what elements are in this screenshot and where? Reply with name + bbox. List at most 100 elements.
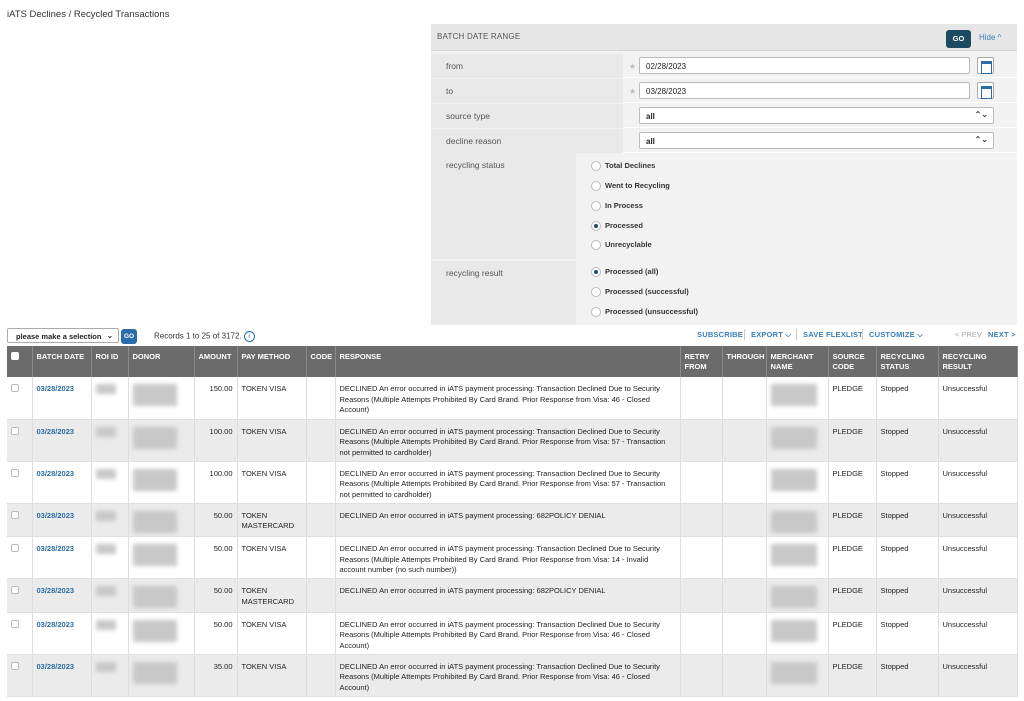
row-checkbox[interactable]: [11, 510, 19, 519]
source-type-label: source type: [431, 104, 623, 128]
column-header[interactable]: PAY METHOD: [237, 346, 307, 377]
redacted-roi-id: [95, 544, 116, 554]
export-link[interactable]: EXPORT ⌵: [751, 330, 791, 340]
hide-filter-link[interactable]: Hide ^: [979, 33, 1001, 42]
row-checkbox[interactable]: [11, 384, 19, 392]
decline-reason-select[interactable]: all ⌃⌄: [639, 132, 994, 149]
radio-processed-all[interactable]: Processed (all): [591, 267, 658, 278]
select-all-checkbox[interactable]: [11, 352, 19, 360]
recycling-status-cell: Stopped: [876, 419, 939, 462]
row-checkbox[interactable]: [11, 468, 19, 477]
recycling-status-cell: Stopped: [876, 612, 939, 655]
redacted-donor: [132, 544, 177, 566]
customize-link[interactable]: CUSTOMIZE ⌵: [869, 330, 923, 340]
subscribe-link[interactable]: SUBSCRIBE: [697, 330, 743, 339]
bulk-action-value: please make a selection: [16, 332, 102, 341]
code-cell: [306, 654, 336, 697]
from-date-input[interactable]: 02/28/2023: [639, 57, 970, 74]
radio-unrecyclable[interactable]: Unrecyclable: [591, 240, 652, 251]
batch-date-link[interactable]: 03/28/2023: [37, 620, 75, 629]
donor-cell: [128, 612, 195, 655]
batch-date-link[interactable]: 03/28/2023: [37, 469, 75, 478]
batch-date-link[interactable]: 03/28/2023: [37, 586, 75, 595]
retry-from-cell: [680, 578, 723, 613]
redacted-roi-id: [95, 619, 116, 630]
pay-method-cell: TOKEN VISA: [237, 377, 307, 420]
row-select-cell: [7, 578, 33, 613]
batch-date-cell: 03/28/2023: [32, 654, 92, 697]
batch-date-link[interactable]: 03/28/2023: [37, 511, 75, 520]
retry-from-cell: [680, 654, 723, 697]
column-header[interactable]: AMOUNT: [194, 346, 238, 377]
chevron-down-icon: ⌄: [106, 331, 113, 340]
bulk-action-select[interactable]: please make a selection ⌄: [7, 328, 119, 343]
response-cell: DECLINED An error occurred in iATS payme…: [335, 536, 681, 579]
recycling-status-cell: Stopped: [876, 377, 939, 420]
through-cell: [722, 612, 767, 655]
row-checkbox[interactable]: [11, 426, 19, 435]
batch-date-link[interactable]: 03/28/2023: [37, 662, 75, 671]
column-header[interactable]: RETRY FROM: [680, 346, 723, 377]
through-cell: [722, 419, 767, 462]
next-page-link[interactable]: NEXT >: [988, 330, 1016, 339]
radio-processed-unsuccessful[interactable]: Processed (unsuccessful): [591, 307, 698, 318]
column-header[interactable]: MERCHANT NAME: [766, 346, 829, 377]
row-checkbox[interactable]: [11, 544, 19, 552]
from-row: from ★ 02/28/2023: [431, 54, 1017, 78]
source-type-select[interactable]: all ⌃⌄: [639, 107, 994, 124]
transactions-table: BATCH DATE ROI ID DONOR AMOUNT PAY METHO…: [7, 346, 1018, 697]
column-header[interactable]: CODE: [306, 346, 336, 377]
redacted-merchant: [770, 661, 817, 684]
batch-date-cell: 03/28/2023: [32, 612, 92, 655]
list-toolbar: please make a selection ⌄ GO Records 1 to…: [7, 328, 1017, 344]
row-select-cell: [7, 377, 33, 420]
decline-reason-row: decline reason all ⌃⌄: [431, 129, 1017, 153]
source-code-cell: PLEDGE: [828, 461, 877, 504]
merchant-name-cell: [766, 419, 829, 462]
batch-date-link[interactable]: 03/28/2023: [37, 384, 75, 393]
batch-date-link[interactable]: 03/28/2023: [37, 427, 75, 436]
radio-processed[interactable]: Processed: [591, 221, 643, 232]
batch-date-link[interactable]: 03/28/2023: [37, 544, 75, 553]
info-icon[interactable]: i: [243, 331, 255, 342]
radio-processed-successful[interactable]: Processed (successful): [591, 287, 689, 298]
calendar-icon[interactable]: [977, 82, 994, 99]
calendar-icon[interactable]: [977, 57, 994, 74]
roi-id-cell: [91, 503, 129, 537]
select-all-header[interactable]: [7, 346, 33, 377]
save-flexlist-link[interactable]: SAVE FLEXLIST: [803, 330, 863, 339]
column-header[interactable]: RECYCLING RESULT: [938, 346, 1018, 377]
column-header[interactable]: THROUGH: [722, 346, 767, 377]
redacted-roi-id: [95, 586, 116, 596]
filter-go-button[interactable]: GO: [946, 30, 971, 48]
row-checkbox[interactable]: [11, 661, 19, 670]
retry-from-cell: [680, 536, 723, 579]
response-cell: DECLINED An error occurred in iATS payme…: [335, 503, 681, 537]
batch-date-cell: 03/28/2023: [32, 461, 92, 504]
column-header[interactable]: DONOR: [128, 346, 195, 377]
to-date-input[interactable]: 03/28/2023: [639, 82, 970, 99]
recycling-result-cell: Unsuccessful: [938, 612, 1018, 655]
column-header[interactable]: SOURCE CODE: [828, 346, 877, 377]
radio-went-to-recycling[interactable]: Went to Recycling: [591, 181, 670, 192]
roi-id-cell: [91, 461, 129, 504]
radio-label: Processed (unsuccessful): [605, 307, 698, 316]
recycling-result-cell: Unsuccessful: [938, 654, 1018, 697]
pay-method-cell: TOKEN MASTERCARD: [237, 578, 307, 613]
column-header[interactable]: ROI ID: [91, 346, 129, 377]
radio-total-declines[interactable]: Total Declines: [591, 161, 655, 172]
column-header[interactable]: RESPONSE: [335, 346, 681, 377]
column-header[interactable]: BATCH DATE: [32, 346, 92, 377]
row-checkbox[interactable]: [11, 619, 19, 628]
through-cell: [722, 536, 767, 579]
recycling-status-cell: Stopped: [876, 578, 939, 613]
bulk-go-button[interactable]: GO: [121, 329, 137, 344]
donor-cell: [128, 503, 195, 537]
column-header[interactable]: RECYCLING STATUS: [876, 346, 939, 377]
recycling-result-label: recycling result: [431, 261, 576, 325]
radio-in-process[interactable]: In Process: [591, 201, 643, 212]
code-cell: [306, 377, 336, 420]
response-cell: DECLINED An error occurred in iATS payme…: [335, 419, 681, 462]
row-checkbox[interactable]: [11, 586, 19, 594]
redacted-merchant: [770, 544, 817, 566]
